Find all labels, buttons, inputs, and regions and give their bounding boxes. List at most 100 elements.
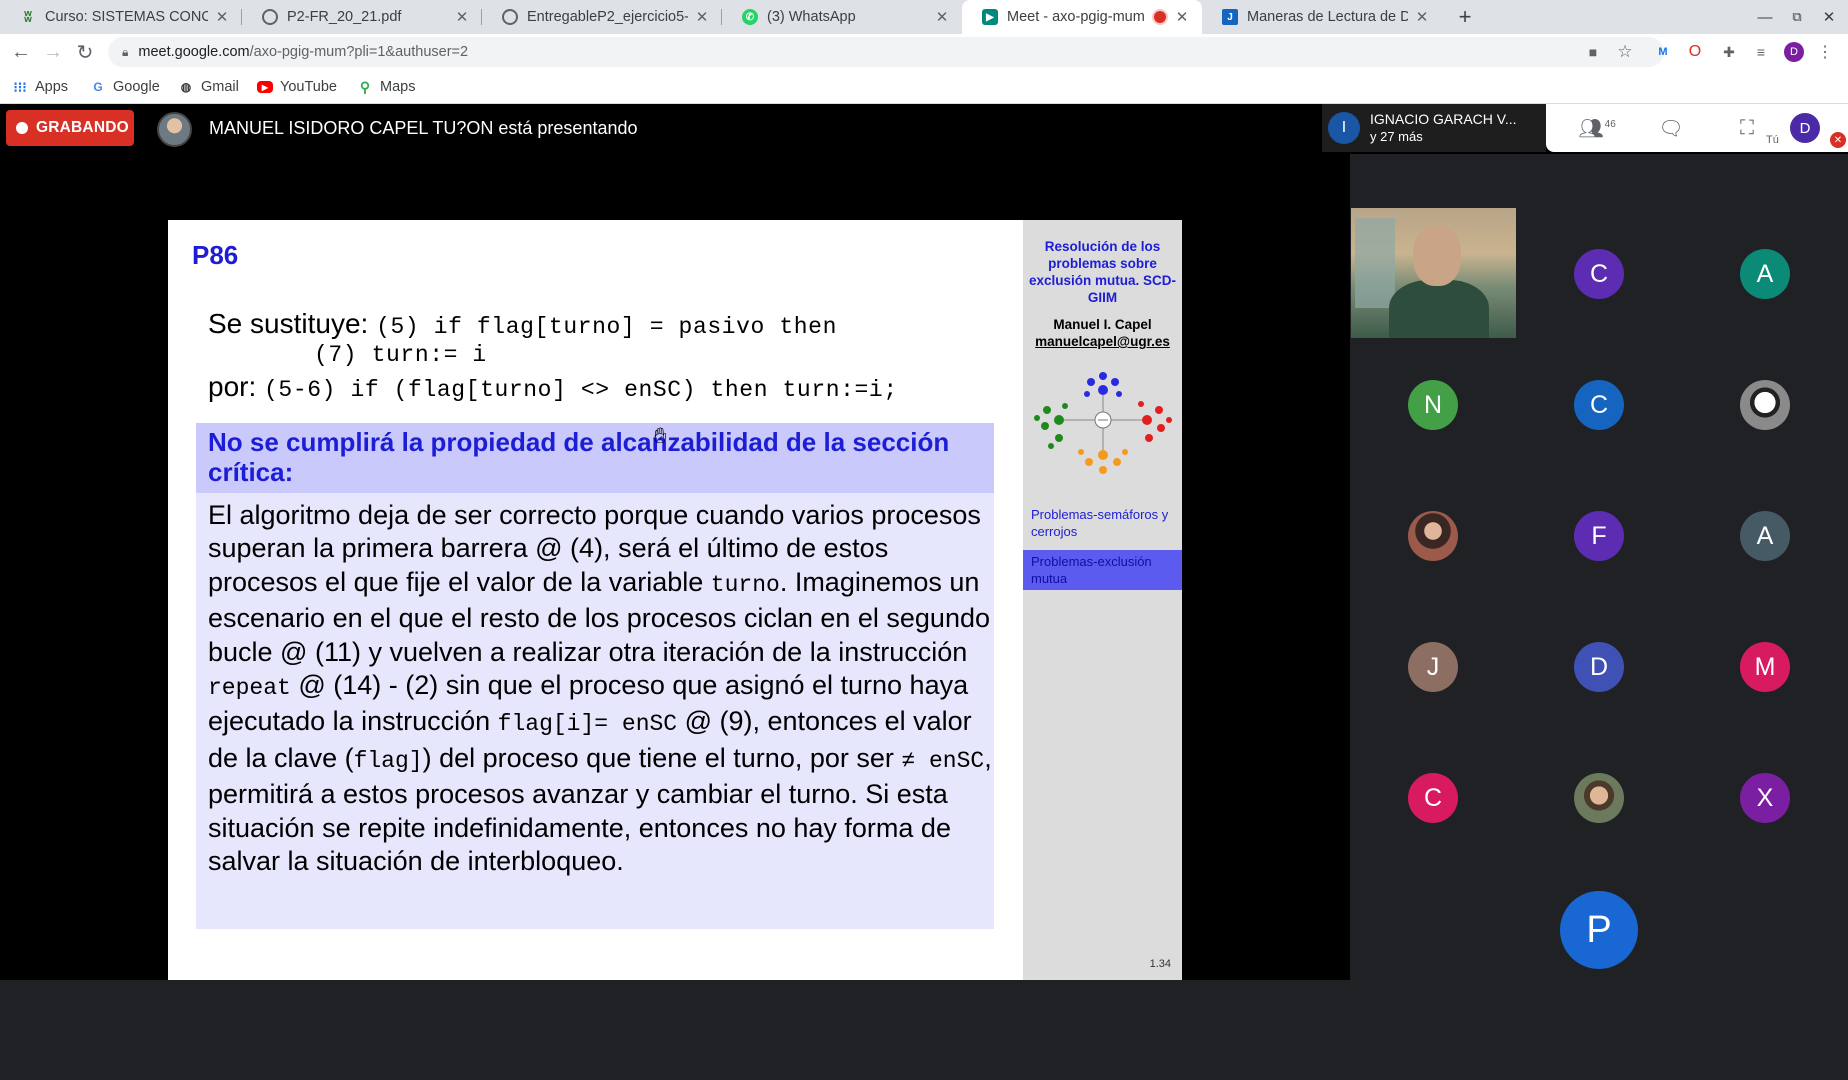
participant-tile[interactable]: A (1682, 208, 1848, 339)
profile-avatar[interactable]: D (1784, 42, 1804, 62)
puzzle-icon[interactable]: ✚ (1720, 43, 1738, 61)
bookmark-label: Gmail (201, 79, 239, 95)
participant-avatar: C (1574, 249, 1624, 299)
back-button[interactable]: ← (8, 40, 34, 64)
chat-icon: 🗨︎ (1658, 117, 1684, 140)
presenter-video-tile[interactable] (1351, 208, 1516, 338)
body-text-part: ) del proceso que tiene el turno, por se… (422, 742, 902, 773)
attendee-chip[interactable]: I IGNACIO GARACH V... y 27 más (1322, 104, 1546, 152)
participant-tile[interactable]: M (1682, 601, 1848, 732)
person-photo-icon (1408, 511, 1458, 561)
participant-avatar: N (1408, 380, 1458, 430)
close-window-button[interactable]: ✕ (1810, 0, 1848, 34)
participant-tile[interactable]: C (1516, 208, 1682, 339)
media-queue-icon[interactable]: ≡ (1752, 43, 1770, 61)
presentation-slide: P86 Se sustituye: (5) if flag[turno] = p… (168, 220, 1182, 980)
j-icon: J (1222, 9, 1238, 25)
close-icon[interactable]: ✕ (694, 8, 710, 26)
participant-tile[interactable]: F (1516, 470, 1682, 601)
close-icon[interactable]: ✕ (1174, 8, 1190, 26)
extension-m-icon[interactable]: M (1654, 43, 1672, 61)
code-line-2: (7) turn:= i (314, 342, 487, 368)
close-icon[interactable]: ✕ (1414, 8, 1430, 26)
self-avatar[interactable]: D (1790, 113, 1820, 143)
meet-controls: 👥︎ 46 🗨︎ ⛶ Tú D ✕ (1546, 104, 1848, 152)
participant-tile[interactable]: C (1350, 732, 1516, 863)
star-icon[interactable]: ☆ (1616, 42, 1634, 61)
activities-button[interactable]: ⛶ (1732, 114, 1762, 142)
participant-avatar: C (1408, 773, 1458, 823)
participant-avatar: X (1740, 773, 1790, 823)
presenting-text: MANUEL ISIDORO CAPEL TU?ON está presenta… (209, 118, 638, 138)
bookmark-gmail[interactable]: ◍ Gmail (178, 77, 239, 97)
close-icon[interactable]: ✕ (214, 8, 230, 26)
new-tab-button[interactable]: + (1446, 0, 1484, 34)
slide-heading: No se cumplirá la propiedad de alcanzabi… (208, 427, 950, 487)
participant-tile-last[interactable]: P (1470, 862, 1728, 992)
chat-button[interactable]: 🗨︎ (1656, 114, 1686, 142)
slide-page-number: 1.34 (1149, 958, 1171, 970)
whatsapp-icon: ✆ (742, 9, 758, 25)
participant-avatar: F (1574, 511, 1624, 561)
meet-icon: ▶ (982, 9, 998, 25)
presenter-avatar (157, 112, 192, 147)
participant-tile[interactable] (1350, 470, 1516, 601)
attendee-name: IGNACIO GARACH V... (1370, 111, 1517, 127)
sidebar-link-semaforos[interactable]: Problemas-semáforos y cerrojos (1031, 506, 1176, 540)
participant-tile[interactable]: A (1682, 470, 1848, 601)
moodle-icon: ʬ (23, 8, 32, 26)
close-icon[interactable]: ✕ (934, 8, 950, 26)
record-dot-icon (16, 122, 28, 134)
close-icon[interactable]: ✕ (454, 8, 470, 26)
participant-tile[interactable] (1516, 732, 1682, 863)
bookmark-label: Google (113, 79, 160, 95)
participant-tile[interactable]: J (1350, 601, 1516, 732)
tab-5[interactable]: J Maneras de Lectura de Da ✕ (1202, 0, 1442, 34)
hand-cursor-icon: ✋︎ (654, 423, 667, 448)
participant-tile[interactable] (1682, 339, 1848, 470)
opera-icon[interactable]: O (1686, 43, 1704, 61)
participant-avatar: A (1740, 249, 1790, 299)
bookmark-maps[interactable]: ⚲ Maps (357, 77, 416, 97)
browser-toolbar: ← → ↻ 🔒︎ meet.google.com/axo-pgig-mum?pl… (0, 34, 1848, 70)
bookmark-youtube[interactable]: ▶ YouTube (257, 77, 337, 97)
you-label: Tú (1766, 134, 1779, 146)
bookmark-google[interactable]: G Google (90, 77, 160, 97)
participant-tile[interactable]: D (1516, 601, 1682, 732)
people-button[interactable]: 👥︎ 46 (1578, 114, 1616, 142)
maps-icon: ⚲ (359, 78, 371, 95)
tab-title: P2-FR_20_21.pdf (287, 9, 402, 25)
skull-avatar-icon (1740, 380, 1790, 430)
recording-badge[interactable]: GRABANDO (6, 110, 134, 146)
tab-1[interactable]: P2-FR_20_21.pdf ✕ (242, 0, 482, 34)
participant-tile[interactable]: X (1682, 732, 1848, 863)
reload-button[interactable]: ↻ (72, 40, 98, 64)
bookmark-label: YouTube (280, 79, 337, 95)
participant-tile[interactable]: C (1516, 339, 1682, 470)
person-photo-icon (1574, 773, 1624, 823)
code-5-6: (5-6) if (flag[turno] <> enSC) then turn… (264, 377, 898, 403)
tab-title: Maneras de Lectura de Da (1247, 9, 1408, 25)
participant-tile[interactable]: N (1350, 339, 1516, 470)
tab-title: Curso: SISTEMAS CONCUR (45, 9, 208, 25)
attendee-avatar: I (1328, 112, 1360, 144)
tab-4[interactable]: ▶ Meet - axo-pgig-mum ✕ (962, 0, 1202, 34)
menu-icon[interactable]: ⋮ (1816, 43, 1834, 61)
bookmark-apps[interactable]: ⁝⁝⁝ Apps (12, 77, 68, 97)
tab-2[interactable]: EntregableP2_ejercicio5- ✕ (482, 0, 722, 34)
tab-3[interactable]: ✆ (3) WhatsApp ✕ (722, 0, 962, 34)
recording-label: GRABANDO (36, 119, 129, 136)
people-icon: 👥︎ (1578, 117, 1604, 140)
mic-off-icon: ✕ (1830, 132, 1846, 148)
code-flag: flag] (353, 747, 423, 774)
forward-button[interactable]: → (40, 40, 66, 64)
attendee-more: y 27 más (1370, 129, 1423, 144)
address-bar[interactable]: 🔒︎ meet.google.com/axo-pgig-mum?pli=1&au… (108, 37, 1664, 67)
camera-icon[interactable]: ■ (1584, 43, 1602, 61)
globe-icon (262, 9, 278, 25)
code-turno: turno (710, 571, 780, 598)
lock-icon: 🔒︎ (122, 44, 129, 59)
sidebar-link-exclusion[interactable]: Problemas-exclusión mutua (1023, 550, 1182, 590)
code-line-1: Se sustituye: (5) if flag[turno] = pasiv… (208, 308, 837, 340)
tab-0[interactable]: ʬ Curso: SISTEMAS CONCUR ✕ (0, 0, 242, 34)
